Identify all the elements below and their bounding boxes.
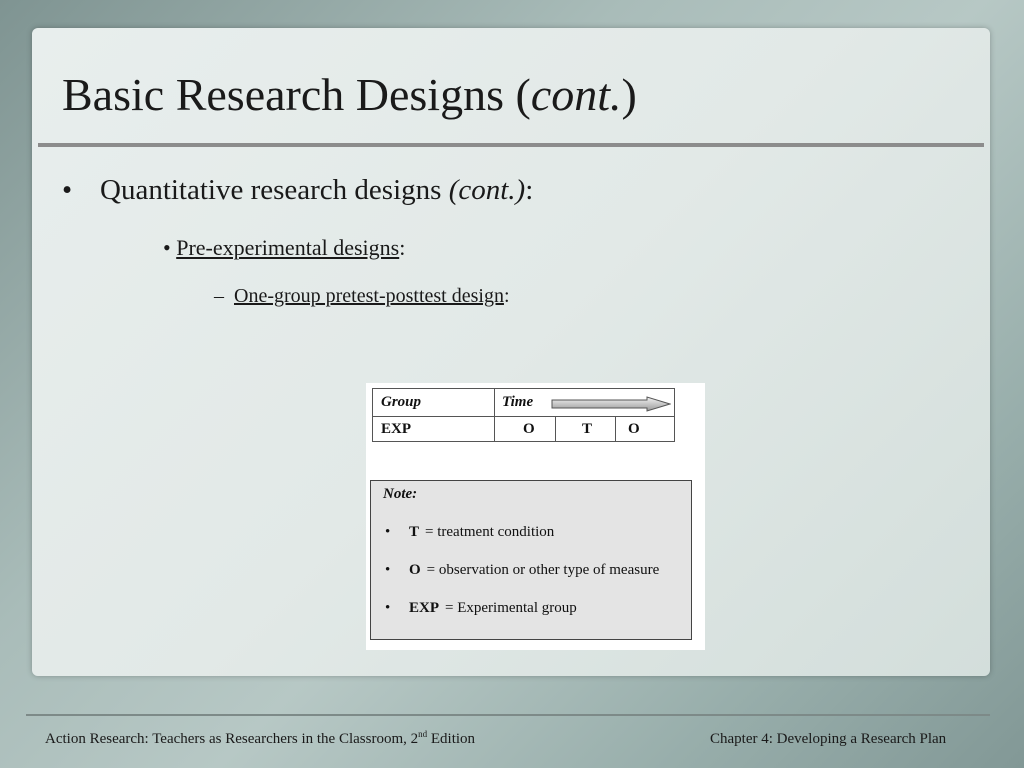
bullet-dash: – bbox=[214, 285, 224, 307]
bullet-level1-italic: (cont.) bbox=[448, 174, 526, 206]
note-title: Note: bbox=[383, 486, 418, 502]
note-item: • EXP = Experimental group bbox=[385, 600, 577, 617]
note-item: • T = treatment condition bbox=[385, 524, 554, 541]
row-cell-posttest: O bbox=[628, 421, 640, 437]
table-divider bbox=[615, 416, 616, 441]
title-text: Basic Research Designs ( bbox=[62, 69, 531, 120]
footer-left-end: Edition bbox=[427, 731, 476, 747]
note-box: Note: • T = treatment condition • O = observ… bbox=[370, 480, 692, 640]
note-term: O bbox=[409, 562, 421, 578]
pre-experimental-designs-link[interactable]: Pre-experimental designs bbox=[176, 235, 399, 260]
title-end: ) bbox=[621, 69, 637, 120]
title-divider bbox=[38, 143, 984, 147]
bullet-dot: • bbox=[163, 235, 171, 260]
note-desc: = observation or other type of measure bbox=[426, 562, 660, 578]
bullet-level2-colon: : bbox=[399, 235, 406, 260]
table-divider bbox=[494, 389, 495, 441]
one-group-pretest-posttest-link[interactable]: One-group pretest-posttest design bbox=[234, 285, 504, 307]
bullet-level3-colon: : bbox=[503, 285, 510, 307]
bullet-dot: • bbox=[385, 600, 391, 616]
bullet-dot: • bbox=[385, 524, 391, 540]
table-divider bbox=[555, 416, 556, 441]
right-arrow-icon bbox=[551, 396, 671, 412]
footer-left-sup: nd bbox=[418, 729, 428, 739]
row-cell-pretest: O bbox=[523, 421, 535, 437]
bullet-dot: • bbox=[62, 174, 73, 206]
bullet-dot: • bbox=[385, 562, 391, 578]
note-term: EXP bbox=[409, 600, 439, 616]
title-italic: cont. bbox=[530, 69, 622, 120]
bullet-level1: • Quantitative research designs (cont.): bbox=[62, 174, 533, 207]
header-group: Group bbox=[381, 394, 422, 410]
design-figure: Group Time EXP O T O Note: • T = treatment… bbox=[366, 383, 705, 650]
header-time: Time bbox=[502, 394, 534, 410]
footer-book-title: Action Research: Teachers as Researchers… bbox=[45, 729, 475, 748]
bullet-level3: – One-group pretest-posttest design: bbox=[214, 285, 510, 308]
slide-title: Basic Research Designs (cont.) bbox=[62, 68, 637, 121]
row-group-exp: EXP bbox=[381, 421, 411, 437]
note-desc: = Experimental group bbox=[445, 600, 577, 616]
footer-left-text: Action Research: Teachers as Researchers… bbox=[45, 731, 419, 747]
footer-chapter: Chapter 4: Developing a Research Plan bbox=[710, 731, 947, 747]
bullet-level1-text: Quantitative research designs bbox=[100, 174, 449, 206]
design-table: Group Time EXP O T O bbox=[372, 388, 675, 442]
note-term: T bbox=[409, 524, 420, 540]
bullet-level1-colon: : bbox=[525, 174, 534, 206]
note-desc: = treatment condition bbox=[425, 524, 555, 540]
bullet-level2: • Pre-experimental designs: bbox=[163, 235, 405, 261]
footer-divider bbox=[26, 714, 990, 716]
note-item: • O = observation or other type of measure bbox=[385, 562, 659, 579]
table-divider bbox=[373, 416, 674, 417]
row-cell-treatment: T bbox=[582, 421, 593, 437]
